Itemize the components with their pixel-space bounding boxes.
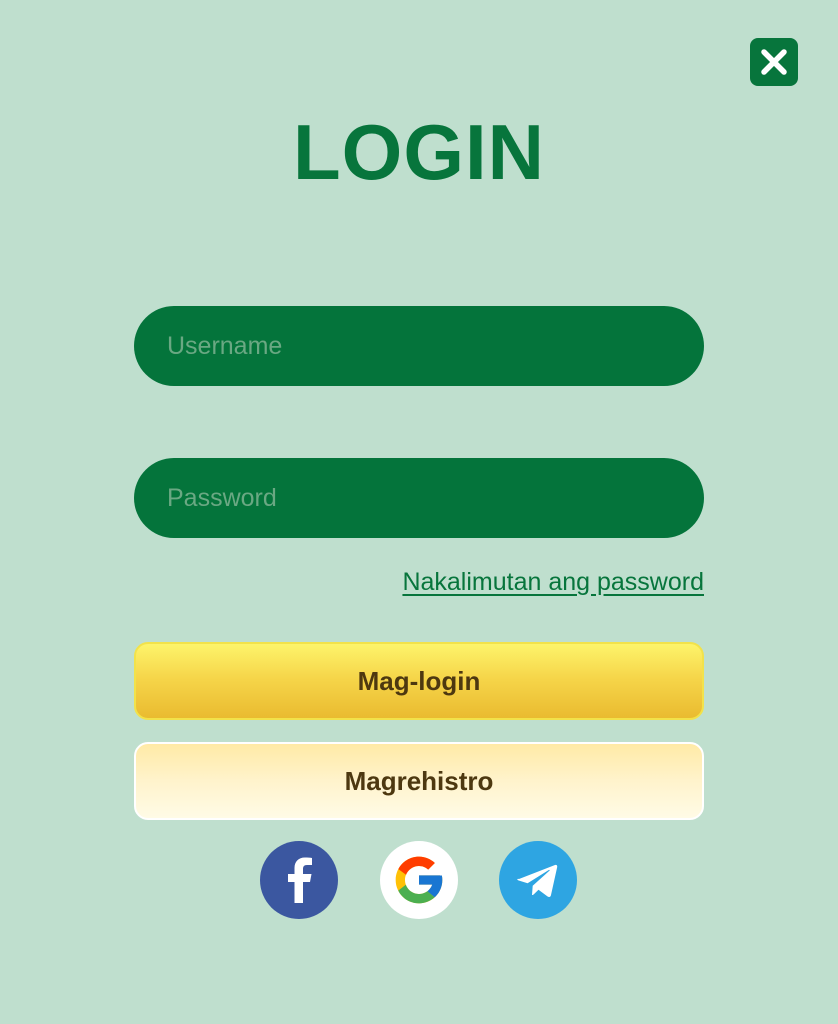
facebook-login-button[interactable] bbox=[260, 841, 338, 919]
login-button[interactable]: Mag-login bbox=[134, 642, 704, 720]
google-login-button[interactable] bbox=[380, 841, 458, 919]
close-button[interactable] bbox=[750, 38, 798, 86]
google-icon bbox=[395, 856, 443, 904]
password-field[interactable] bbox=[134, 458, 704, 538]
close-icon bbox=[761, 49, 787, 75]
password-input[interactable] bbox=[167, 483, 671, 513]
telegram-icon bbox=[517, 864, 558, 897]
register-button[interactable]: Magrehistro bbox=[134, 742, 704, 820]
username-input[interactable] bbox=[167, 331, 671, 361]
forgot-password-link[interactable]: Nakalimutan ang password bbox=[402, 568, 704, 597]
page-title: LOGIN bbox=[293, 108, 545, 196]
facebook-icon bbox=[288, 857, 312, 903]
telegram-login-button[interactable] bbox=[499, 841, 577, 919]
login-button-label: Mag-login bbox=[357, 665, 481, 696]
register-button-label: Magrehistro bbox=[344, 765, 494, 796]
username-field[interactable] bbox=[134, 306, 704, 386]
